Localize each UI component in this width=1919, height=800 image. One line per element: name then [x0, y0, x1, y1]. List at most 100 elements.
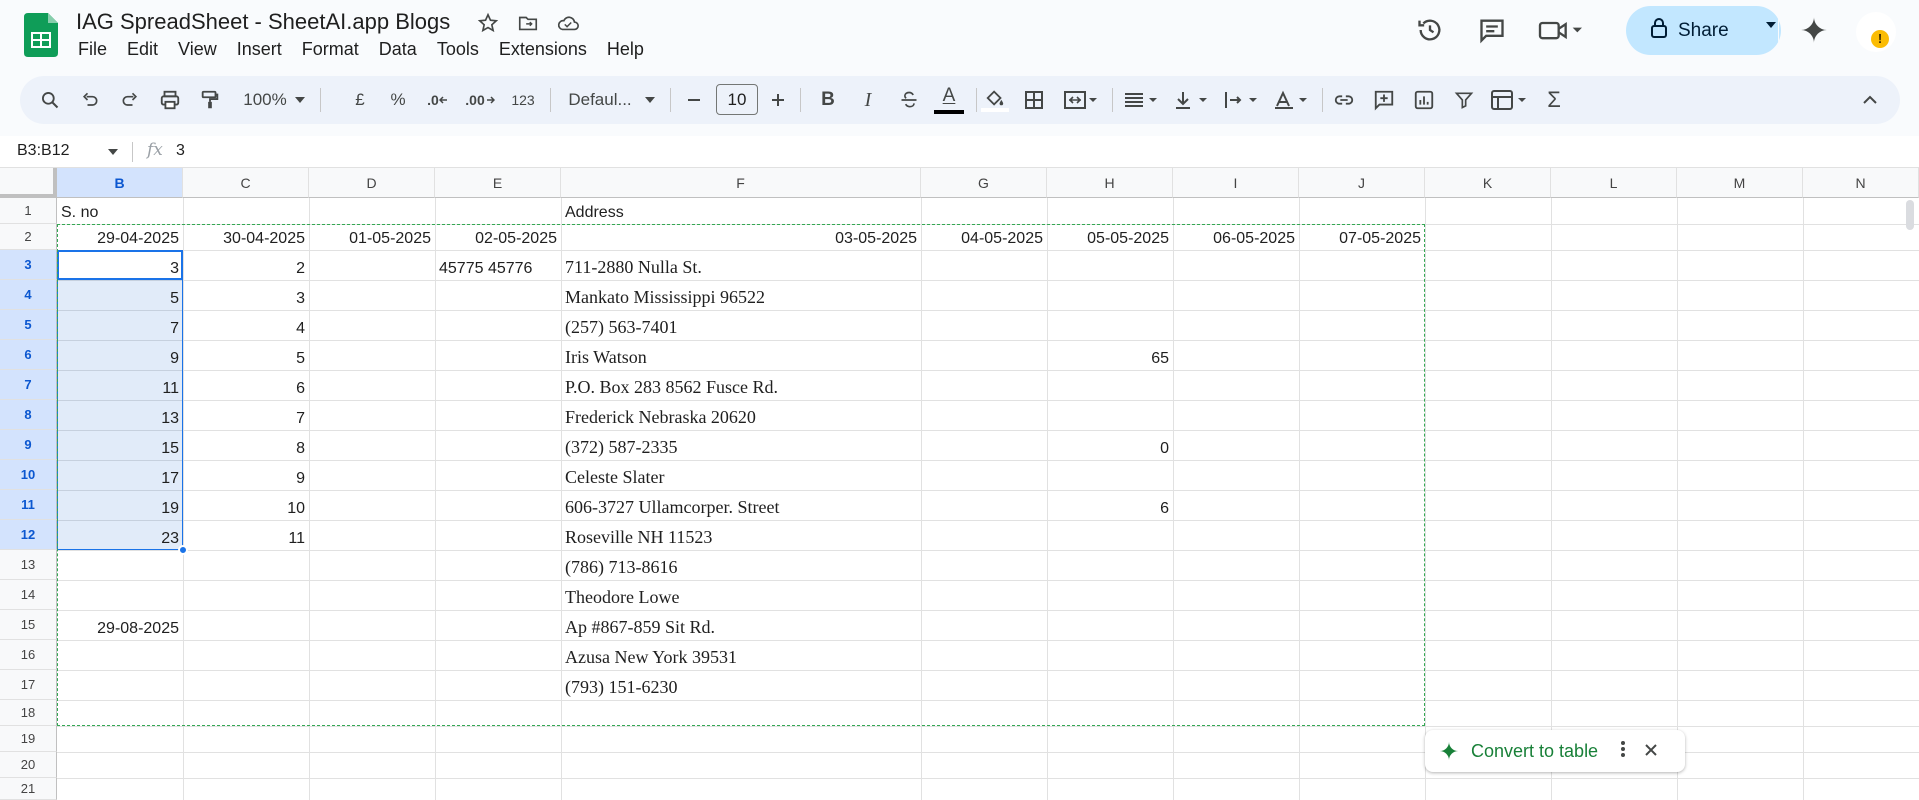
menu-view[interactable]: View: [168, 38, 227, 61]
col-header-k[interactable]: K: [1425, 168, 1551, 198]
cell-c2[interactable]: 30-04-2025: [183, 224, 309, 250]
name-box[interactable]: B3:B12: [17, 142, 69, 160]
cell-e3[interactable]: 45775 45776: [435, 250, 561, 280]
col-header-n[interactable]: N: [1803, 168, 1919, 198]
comments-icon[interactable]: [1472, 10, 1512, 50]
cell-b7[interactable]: 11: [57, 370, 183, 400]
col-header-b[interactable]: B: [57, 168, 183, 198]
cell-d2[interactable]: 01-05-2025: [309, 224, 435, 250]
col-header-l[interactable]: L: [1551, 168, 1677, 198]
cell-g2[interactable]: 04-05-2025: [921, 224, 1047, 250]
cell-f12[interactable]: Roseville NH 11523: [561, 520, 921, 550]
filter-icon[interactable]: [1450, 76, 1478, 124]
share-dropdown-icon[interactable]: [1764, 20, 1778, 30]
formula-input[interactable]: 3: [176, 142, 185, 160]
functions-button[interactable]: Σ: [1540, 76, 1568, 124]
col-header-e[interactable]: E: [435, 168, 561, 198]
move-folder-icon[interactable]: [515, 10, 541, 36]
row-header-15[interactable]: 15: [0, 610, 57, 640]
zoom-dropdown-icon[interactable]: [292, 76, 308, 124]
menu-format[interactable]: Format: [292, 38, 369, 61]
cell-h9[interactable]: 0: [1047, 430, 1173, 460]
insert-chart-icon[interactable]: [1410, 76, 1438, 124]
cell-c10[interactable]: 9: [183, 460, 309, 490]
col-header-g[interactable]: G: [921, 168, 1047, 198]
cell-b2[interactable]: 29-04-2025: [57, 224, 183, 250]
cell-j2[interactable]: 07-05-2025: [1299, 224, 1425, 250]
font-select[interactable]: Defaul...: [560, 76, 640, 124]
collapse-toolbar-icon[interactable]: [1856, 76, 1884, 124]
menu-insert[interactable]: Insert: [227, 38, 292, 61]
col-header-c[interactable]: C: [183, 168, 309, 198]
cell-b10[interactable]: 17: [57, 460, 183, 490]
meet-icon[interactable]: [1534, 10, 1588, 50]
sheet-grid[interactable]: B C D E F G H I J K L M N 1 2 3 4 5 6 7 …: [0, 168, 1919, 800]
row-header-1[interactable]: 1: [0, 198, 57, 224]
col-header-i[interactable]: I: [1173, 168, 1299, 198]
row-header-9[interactable]: 9: [0, 430, 57, 460]
document-title[interactable]: IAG SpreadSheet - SheetAI.app Blogs: [76, 9, 450, 35]
col-header-h[interactable]: H: [1047, 168, 1173, 198]
search-menus-icon[interactable]: [36, 76, 64, 124]
cell-b1[interactable]: S. no: [57, 198, 183, 224]
redo-icon[interactable]: [116, 76, 144, 124]
col-header-f[interactable]: F: [561, 168, 921, 198]
cell-b9[interactable]: 15: [57, 430, 183, 460]
row-header-12[interactable]: 12: [0, 520, 57, 550]
sheets-logo-icon[interactable]: [24, 13, 58, 57]
undo-icon[interactable]: [76, 76, 104, 124]
cell-f10[interactable]: Celeste Slater: [561, 460, 921, 490]
cell-b12[interactable]: 23: [57, 520, 183, 550]
col-header-m[interactable]: M: [1677, 168, 1803, 198]
more-options-icon[interactable]: [1620, 740, 1626, 763]
filter-views-icon[interactable]: [1488, 76, 1530, 124]
col-header-d[interactable]: D: [309, 168, 435, 198]
share-button[interactable]: Share: [1626, 6, 1781, 55]
vertical-scrollbar[interactable]: [1906, 200, 1914, 230]
cell-c12[interactable]: 11: [183, 520, 309, 550]
cell-f15[interactable]: Ap #867-859 Sit Rd.: [561, 610, 921, 640]
cell-b15[interactable]: 29-08-2025: [57, 610, 183, 640]
cell-f3[interactable]: 711-2880 Nulla St.: [561, 250, 921, 280]
print-icon[interactable]: [156, 76, 184, 124]
cell-f6[interactable]: Iris Watson: [561, 340, 921, 370]
cell-c11[interactable]: 10: [183, 490, 309, 520]
row-header-7[interactable]: 7: [0, 370, 57, 400]
cell-c6[interactable]: 5: [183, 340, 309, 370]
cell-c4[interactable]: 3: [183, 280, 309, 310]
cloud-status-icon[interactable]: [555, 10, 581, 36]
font-dropdown-icon[interactable]: [642, 76, 658, 124]
increase-decimal-button[interactable]: .00: [463, 76, 497, 124]
row-header-11[interactable]: 11: [0, 490, 57, 520]
row-header-17[interactable]: 17: [0, 670, 57, 700]
font-size-decrease-button[interactable]: [682, 76, 706, 124]
row-header-10[interactable]: 10: [0, 460, 57, 490]
cell-h2[interactable]: 05-05-2025: [1047, 224, 1173, 250]
row-header-18[interactable]: 18: [0, 700, 57, 726]
cell-c7[interactable]: 6: [183, 370, 309, 400]
cell-f11[interactable]: 606-3727 Ullamcorper. Street: [561, 490, 921, 520]
cell-i2[interactable]: 06-05-2025: [1173, 224, 1299, 250]
cell-f7[interactable]: P.O. Box 283 8562 Fusce Rd.: [561, 370, 921, 400]
cell-f4[interactable]: Mankato Mississippi 96522: [561, 280, 921, 310]
close-icon[interactable]: [1644, 741, 1658, 762]
row-header-20[interactable]: 20: [0, 752, 57, 778]
cell-c5[interactable]: 4: [183, 310, 309, 340]
decrease-decimal-button[interactable]: .0: [423, 76, 453, 124]
text-color-button[interactable]: A: [934, 76, 964, 124]
gemini-icon[interactable]: [1800, 16, 1828, 44]
cell-h11[interactable]: 6: [1047, 490, 1173, 520]
select-all-corner[interactable]: [0, 168, 57, 198]
cell-b8[interactable]: 13: [57, 400, 183, 430]
cell-f17[interactable]: (793) 151-6230: [561, 670, 921, 700]
row-header-16[interactable]: 16: [0, 640, 57, 670]
cell-b11[interactable]: 19: [57, 490, 183, 520]
row-header-3[interactable]: 3: [0, 250, 57, 280]
percent-format-button[interactable]: %: [388, 76, 408, 124]
cell-f5[interactable]: (257) 563-7401: [561, 310, 921, 340]
cell-f1[interactable]: Address: [561, 198, 921, 224]
row-header-14[interactable]: 14: [0, 580, 57, 610]
currency-format-button[interactable]: £: [350, 76, 370, 124]
cell-c8[interactable]: 7: [183, 400, 309, 430]
row-header-4[interactable]: 4: [0, 280, 57, 310]
